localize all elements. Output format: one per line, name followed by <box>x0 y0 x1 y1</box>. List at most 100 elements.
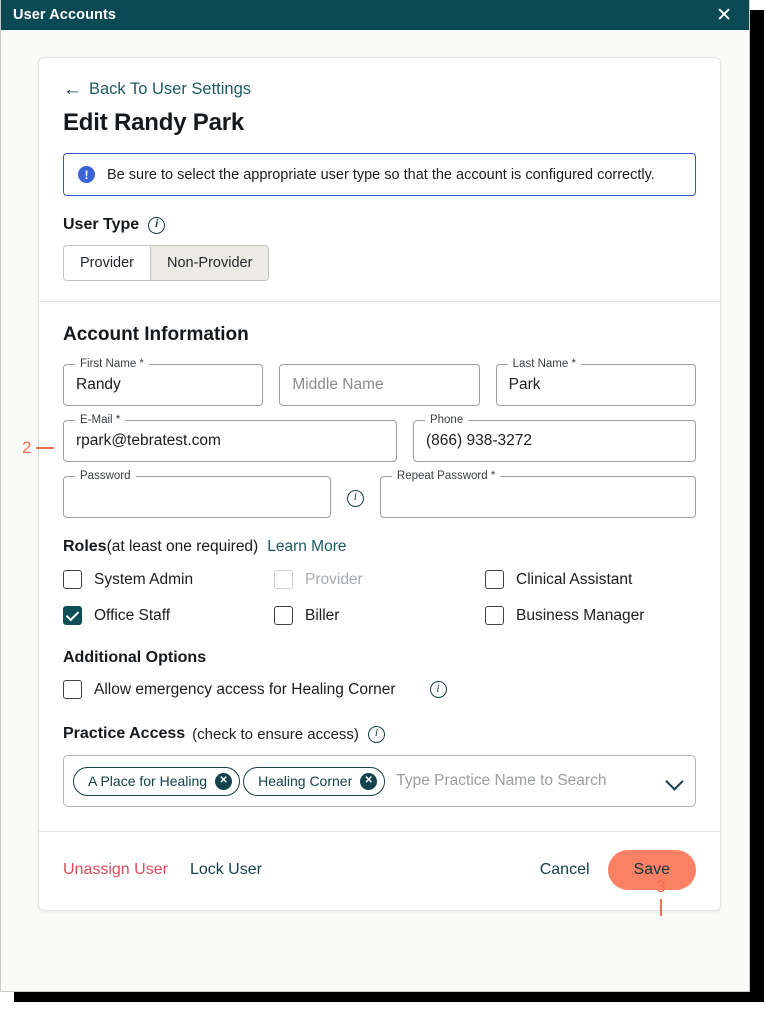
repeat-password-input[interactable] <box>380 477 695 517</box>
phone-field: Phone <box>412 414 696 462</box>
phone-label: Phone <box>424 414 469 426</box>
practice-access-multiselect[interactable]: A Place for Healing ✕ Healing Corner ✕ <box>63 755 696 807</box>
email-label: E-Mail * <box>75 414 126 426</box>
info-banner-text: Be sure to select the appropriate user t… <box>107 166 655 183</box>
password-info-icon[interactable]: i <box>346 489 364 507</box>
practice-access-hint: (check to ensure access) <box>192 725 359 743</box>
role-label: Business Manager <box>516 606 645 624</box>
roles-header: Roles (at least one required) Learn More <box>63 538 696 556</box>
first-name-input-wrap: First Name * <box>63 358 264 406</box>
repeat-password-input-wrap: Repeat Password * <box>379 470 696 518</box>
unassign-user-button[interactable]: Unassign User <box>63 861 168 879</box>
window-title: User Accounts <box>13 7 117 23</box>
back-link-label: Back To User Settings <box>89 80 252 98</box>
user-type-option-non-provider[interactable]: Non-Provider <box>150 246 269 280</box>
practice-access-title: Practice Access <box>63 725 186 742</box>
emergency-access-row[interactable]: Allow emergency access for Healing Corne… <box>63 680 696 699</box>
last-name-input[interactable] <box>496 365 695 405</box>
section-divider <box>39 301 720 302</box>
last-name-field: Last Name * <box>495 358 696 406</box>
window-titlebar: User Accounts ✕ <box>1 0 749 30</box>
save-button[interactable]: Save <box>607 850 696 890</box>
first-name-label: First Name * <box>75 358 149 370</box>
roles-title: Roles <box>63 538 107 555</box>
checkbox-icon[interactable] <box>63 680 82 699</box>
user-type-toggle-group: Provider Non-Provider <box>63 245 270 281</box>
repeat-password-label: Repeat Password * <box>391 470 501 482</box>
phone-input-wrap: Phone <box>412 414 696 462</box>
checkbox-icon[interactable] <box>274 606 293 625</box>
arrow-left-icon: ← <box>63 79 82 100</box>
roles-learn-more-link[interactable]: Learn More <box>267 538 346 556</box>
password-input[interactable] <box>64 477 330 517</box>
remove-chip-icon[interactable]: ✕ <box>215 772 233 790</box>
practice-search-input[interactable] <box>388 772 662 790</box>
practice-chip-label: Healing Corner <box>258 773 353 789</box>
emergency-access-info-icon[interactable]: i <box>429 681 447 698</box>
roles-checkbox-grid: System Admin Provider Clinical Assistant… <box>63 570 696 625</box>
practice-access-header: Practice Access (check to ensure access)… <box>63 725 696 743</box>
phone-input[interactable] <box>413 421 695 461</box>
role-checkbox-system-admin[interactable]: System Admin <box>63 570 274 589</box>
role-label: Office Staff <box>94 606 171 624</box>
info-icon[interactable]: i <box>148 216 166 234</box>
password-label: Password <box>75 470 136 482</box>
user-accounts-window: User Accounts ✕ ← Back To User Settings … <box>0 0 750 992</box>
middle-name-input[interactable] <box>280 365 479 405</box>
role-label: System Admin <box>94 570 194 588</box>
lock-user-button[interactable]: Lock User <box>190 861 262 879</box>
name-row: First Name * Last Name * <box>63 358 696 406</box>
checkbox-icon[interactable] <box>63 570 82 589</box>
role-label: Provider <box>305 570 363 588</box>
chevron-down-icon[interactable] <box>665 771 685 791</box>
role-checkbox-biller[interactable]: Biller <box>274 606 485 625</box>
role-checkbox-office-staff[interactable]: Office Staff <box>63 606 274 625</box>
additional-options-title: Additional Options <box>63 649 207 666</box>
email-input-wrap: E-Mail * <box>63 414 397 462</box>
screenshot-root: User Accounts ✕ ← Back To User Settings … <box>0 0 765 1015</box>
role-checkbox-clinical-assistant[interactable]: Clinical Assistant <box>485 570 696 589</box>
email-phone-row: E-Mail * Phone <box>63 414 696 462</box>
practice-chip-label: A Place for Healing <box>88 773 208 789</box>
footer-right-actions: Cancel Save <box>536 850 696 890</box>
user-type-label-row: User Type i <box>63 216 696 234</box>
password-field: Password <box>63 470 331 518</box>
info-banner: ! Be sure to select the appropriate user… <box>63 153 696 196</box>
password-input-wrap: Password <box>63 470 331 518</box>
roles-hint: (at least one required) <box>106 538 259 555</box>
role-label: Clinical Assistant <box>516 570 633 588</box>
first-name-field: First Name * <box>63 358 264 406</box>
page-title: Edit Randy Park <box>63 109 245 136</box>
role-label: Biller <box>305 606 340 624</box>
role-checkbox-provider: Provider <box>274 570 485 589</box>
practice-chip: Healing Corner ✕ <box>243 766 386 796</box>
role-checkbox-business-manager[interactable]: Business Manager <box>485 606 696 625</box>
middle-name-field <box>279 364 480 406</box>
card-footer: Unassign User Lock User Cancel Save <box>63 832 696 910</box>
footer-left-actions: Unassign User Lock User <box>63 861 262 879</box>
user-type-option-provider[interactable]: Provider <box>64 246 150 280</box>
cancel-button[interactable]: Cancel <box>536 855 594 885</box>
user-type-label: User Type <box>63 216 140 233</box>
email-input[interactable] <box>64 421 396 461</box>
checkbox-icon[interactable] <box>485 570 504 589</box>
back-to-user-settings-link[interactable]: ← Back To User Settings <box>63 80 251 99</box>
checkbox-icon[interactable] <box>485 606 504 625</box>
close-icon[interactable]: ✕ <box>713 4 735 27</box>
last-name-label: Last Name * <box>507 358 581 370</box>
emergency-access-label: Allow emergency access for Healing Corne… <box>94 680 396 698</box>
last-name-input-wrap: Last Name * <box>495 358 696 406</box>
edit-user-card: ← Back To User Settings Edit Randy Park … <box>38 57 721 911</box>
email-field: E-Mail * <box>63 414 397 462</box>
account-information-title: Account Information <box>63 324 249 345</box>
checkbox-checked-icon[interactable] <box>63 606 82 625</box>
password-row: Password i Repeat Password * <box>63 470 696 518</box>
practice-access-info-icon[interactable]: i <box>367 725 385 743</box>
checkbox-icon <box>274 570 293 589</box>
first-name-input[interactable] <box>64 365 263 405</box>
practice-chip: A Place for Healing ✕ <box>73 766 241 796</box>
middle-name-input-wrap <box>279 364 480 406</box>
repeat-password-field: Repeat Password * <box>379 470 696 518</box>
info-exclamation-icon: ! <box>78 166 95 183</box>
remove-chip-icon[interactable]: ✕ <box>360 772 378 790</box>
